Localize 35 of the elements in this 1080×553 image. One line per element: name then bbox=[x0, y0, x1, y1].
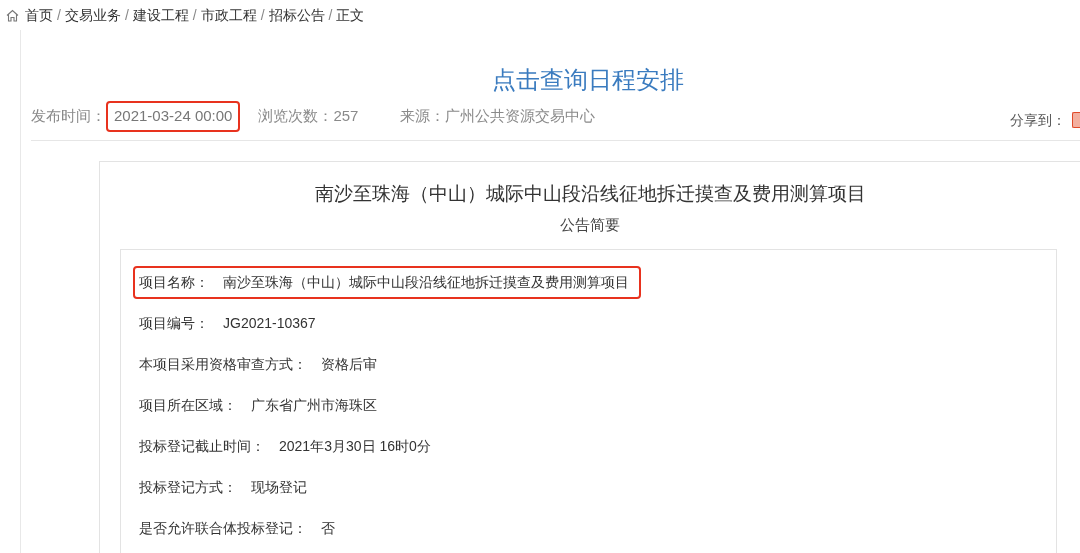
source-text: 来源：广州公共资源交易中心 bbox=[400, 106, 596, 126]
field-value: 现场登记 bbox=[251, 477, 307, 497]
breadcrumb-separator: / bbox=[328, 5, 333, 25]
home-icon[interactable] bbox=[6, 8, 19, 22]
field-value: 2021年3月30日 16时0分 bbox=[279, 436, 431, 456]
field-label: 本项目采用资格审查方式： bbox=[139, 354, 307, 374]
breadcrumb-separator: / bbox=[124, 5, 129, 25]
share-icon[interactable] bbox=[1072, 112, 1080, 129]
field-label: 项目所在区域： bbox=[139, 395, 237, 415]
breadcrumb-link[interactable]: 首页 bbox=[25, 4, 53, 26]
field-value: 广东省广州市海珠区 bbox=[251, 395, 377, 415]
breadcrumb-link[interactable]: 正文 bbox=[336, 4, 365, 26]
publish-label: 发布时间： bbox=[31, 106, 106, 126]
field-value: 资格后审 bbox=[321, 354, 377, 374]
breadcrumb-separator: / bbox=[260, 5, 265, 25]
share-label: 分享到： bbox=[1010, 110, 1066, 130]
view-count: 浏览次数：257 bbox=[258, 106, 359, 126]
field-label: 项目名称： bbox=[139, 272, 209, 292]
breadcrumb-link[interactable]: 市政工程 bbox=[200, 4, 257, 26]
field-value: JG2021-10367 bbox=[223, 313, 316, 333]
field-label: 是否允许联合体投标登记： bbox=[139, 518, 307, 538]
breadcrumb-link[interactable]: 交易业务 bbox=[64, 4, 121, 26]
field-label: 投标登记方式： bbox=[139, 477, 237, 497]
breadcrumb-separator: / bbox=[192, 5, 197, 25]
field-value: 否 bbox=[321, 518, 335, 538]
field-label: 投标登记截止时间： bbox=[139, 436, 265, 456]
breadcrumb-separator: / bbox=[57, 5, 61, 25]
notice-subtitle: 公告简要 bbox=[559, 214, 621, 235]
breadcrumb-link[interactable]: 招标公告 bbox=[268, 4, 325, 26]
field-value: 南沙至珠海（中山）城际中山段沿线征地拆迁摸查及费用测算项目 bbox=[223, 272, 629, 292]
publish-time: 2021-03-24 00:00 bbox=[106, 101, 241, 132]
breadcrumb-link[interactable]: 建设工程 bbox=[132, 4, 189, 26]
field-label: 项目编号： bbox=[139, 313, 209, 333]
notice-title: 南沙至珠海（中山）城际中山段沿线征地拆迁摸查及费用测算项目 bbox=[313, 181, 867, 206]
schedule-link[interactable]: 点击查询日程安排 bbox=[492, 64, 684, 96]
